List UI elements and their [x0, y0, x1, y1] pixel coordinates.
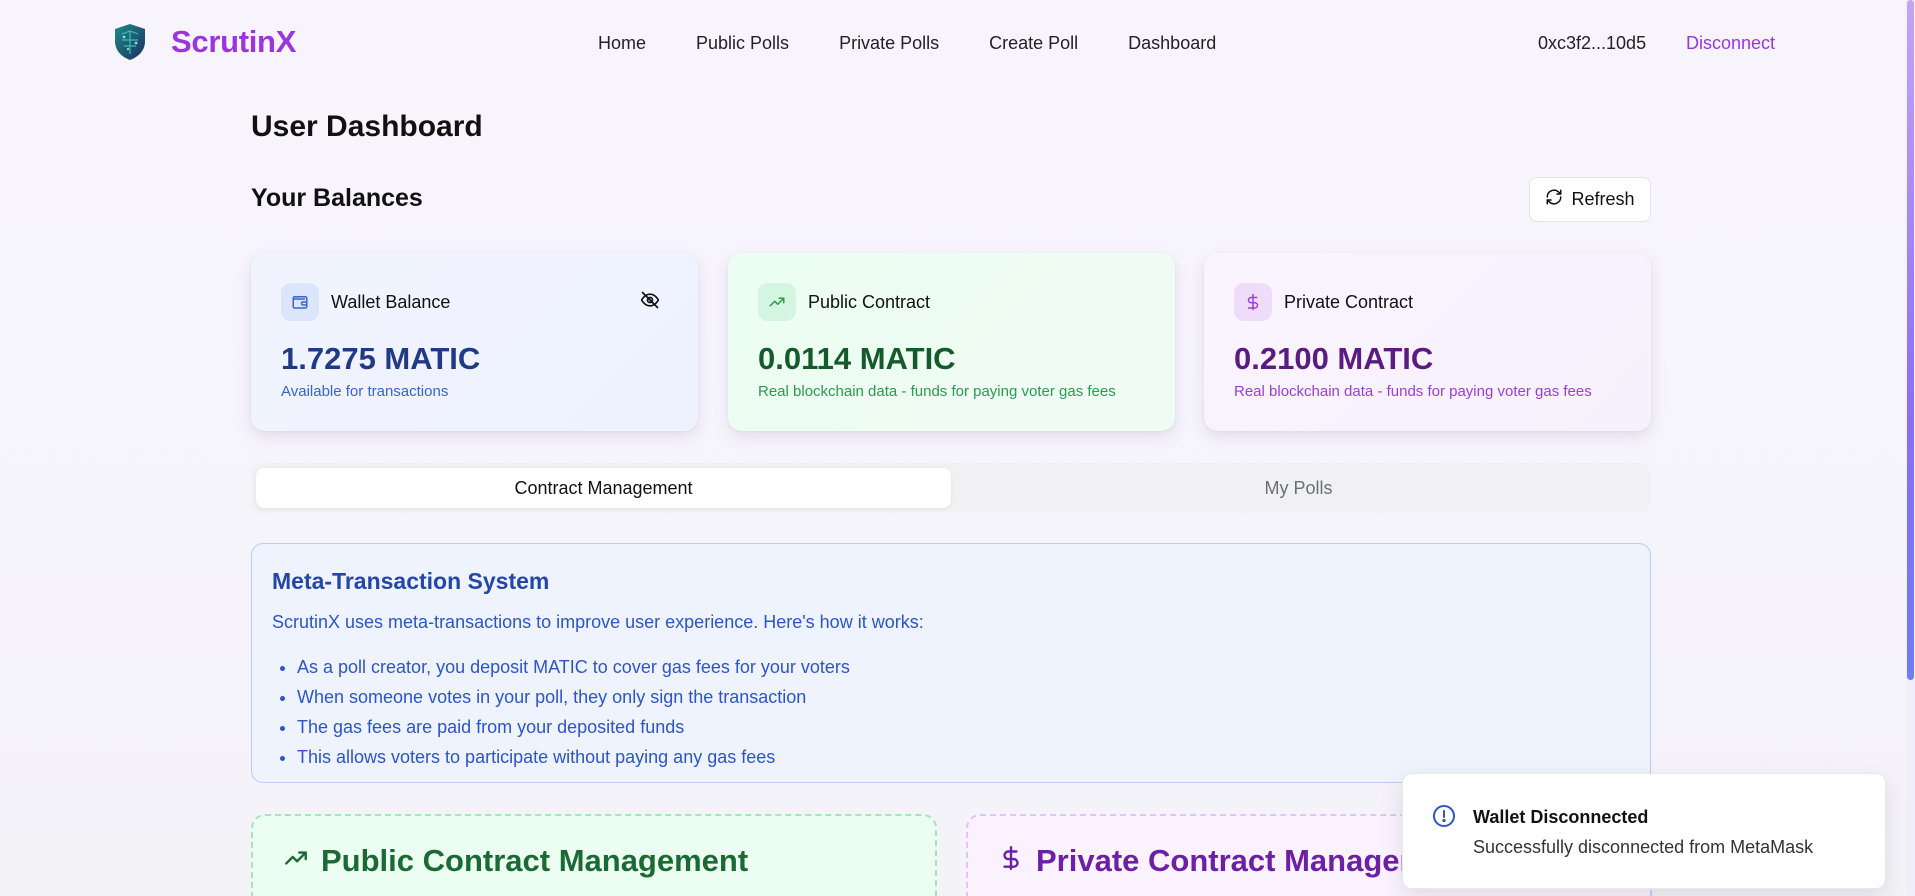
nav-public-polls[interactable]: Public Polls — [696, 33, 789, 54]
public-contract-label: Public Contract — [808, 292, 931, 312]
page-title: User Dashboard — [251, 110, 483, 143]
public-contract-card: Public Contract 0.0114 MATIC Real blockc… — [728, 253, 1175, 431]
toast-description: Successfully disconnected from MetaMask — [1473, 837, 1814, 857]
refresh-button[interactable]: Refresh — [1529, 177, 1651, 222]
meta-transaction-info: Meta-Transaction System ScrutinX uses me… — [251, 543, 1651, 783]
list-item: As a poll creator, you deposit MATIC to … — [297, 652, 850, 682]
private-contract-subtext: Real blockchain data - funds for paying … — [1234, 383, 1592, 400]
scrollbar-thumb[interactable] — [1907, 0, 1914, 680]
private-management-heading: Private Contract Managem — [998, 843, 1427, 879]
list-item: The gas fees are paid from your deposite… — [297, 712, 850, 742]
info-intro: ScrutinX uses meta-transactions to impro… — [272, 612, 924, 632]
dollar-icon — [1234, 283, 1272, 321]
brand-name[interactable]: ScrutinX — [171, 24, 296, 60]
scrollbar-track[interactable] — [1906, 0, 1915, 896]
private-contract-amount: 0.2100 MATIC — [1234, 341, 1434, 376]
disconnect-button[interactable]: Disconnect — [1686, 33, 1775, 54]
wallet-balance-card: Wallet Balance 1.7275 MATIC Available fo… — [251, 253, 698, 431]
wallet-balance-amount: 1.7275 MATIC — [281, 341, 481, 376]
public-contract-management-card: Public Contract Management — [251, 814, 937, 896]
trending-up-icon — [283, 843, 309, 879]
dollar-icon — [998, 843, 1024, 879]
wallet-balance-label: Wallet Balance — [331, 292, 451, 312]
trending-up-icon — [758, 283, 796, 321]
wallet-icon — [281, 283, 319, 321]
nav-dashboard[interactable]: Dashboard — [1128, 33, 1216, 54]
wallet-address: 0xc3f2...10d5 — [1538, 33, 1647, 53]
nav-create-poll[interactable]: Create Poll — [989, 33, 1078, 54]
public-contract-subtext: Real blockchain data - funds for paying … — [758, 383, 1116, 400]
info-icon — [1432, 804, 1456, 833]
toast-title: Wallet Disconnected — [1473, 807, 1649, 827]
private-management-title: Private Contract Managem — [1036, 843, 1428, 878]
tab-contract-management[interactable]: Contract Management — [256, 468, 951, 508]
eye-off-icon[interactable] — [640, 290, 660, 315]
info-title: Meta-Transaction System — [272, 568, 550, 594]
top-header: ScrutinX Home Public Polls Private Polls… — [0, 0, 1915, 84]
shield-logo-icon[interactable] — [112, 22, 148, 62]
nav-private-polls[interactable]: Private Polls — [839, 33, 939, 54]
private-contract-label: Private Contract — [1284, 292, 1414, 312]
private-contract-card: Private Contract 0.2100 MATIC Real block… — [1204, 253, 1651, 431]
tab-my-polls[interactable]: My Polls — [951, 468, 1646, 508]
list-item: When someone votes in your poll, they on… — [297, 682, 850, 712]
info-list: As a poll creator, you deposit MATIC to … — [297, 652, 850, 772]
wallet-balance-subtext: Available for transactions — [281, 383, 449, 400]
balances-title: Your Balances — [251, 184, 423, 212]
nav-home[interactable]: Home — [598, 33, 646, 54]
public-contract-amount: 0.0114 MATIC — [758, 341, 956, 376]
list-item: This allows voters to participate withou… — [297, 742, 850, 772]
dashboard-tabs: Contract Management My Polls — [251, 463, 1651, 513]
public-management-heading: Public Contract Management — [283, 843, 748, 879]
toast-notification[interactable]: Wallet Disconnected Successfully disconn… — [1402, 773, 1886, 889]
refresh-icon — [1545, 188, 1563, 211]
main-nav: Home Public Polls Private Polls Create P… — [598, 33, 1266, 54]
public-management-title: Public Contract Management — [321, 843, 749, 878]
refresh-label: Refresh — [1571, 189, 1635, 209]
